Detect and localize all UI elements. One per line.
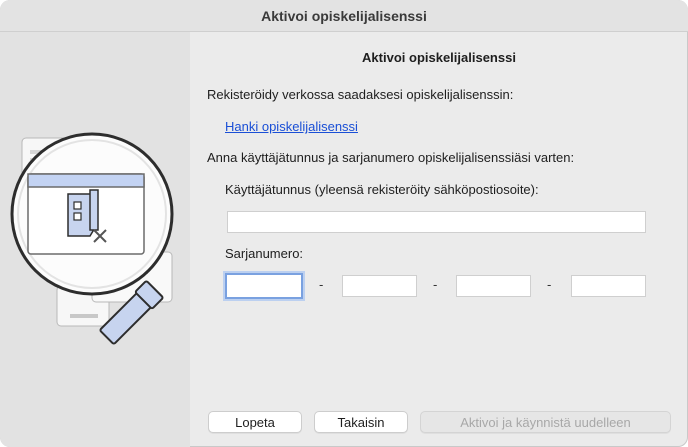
serial-input-3[interactable] — [456, 275, 531, 297]
serial-separator: - — [547, 277, 552, 292]
license-dialog-window: Aktivoi opiskelijalisenssi Aktivoi opisk… — [0, 0, 688, 447]
serial-input-1[interactable] — [225, 273, 303, 299]
quit-button[interactable]: Lopeta — [208, 411, 302, 433]
username-label: Käyttäjätunnus (yleensä rekisteröity säh… — [225, 182, 539, 197]
sidebar-illustration-panel — [0, 32, 190, 447]
serial-input-4[interactable] — [571, 275, 646, 297]
serial-separator: - — [319, 277, 324, 292]
serial-label: Sarjanumero: — [225, 246, 304, 261]
back-button[interactable]: Takaisin — [314, 411, 408, 433]
username-input[interactable] — [227, 211, 646, 233]
register-text: Rekisteröidy verkossa saadaksesi opiskel… — [207, 87, 514, 102]
serial-separator: - — [433, 277, 438, 292]
dialog-heading: Aktivoi opiskelijalisenssi — [362, 50, 516, 65]
serial-input-2[interactable] — [342, 275, 417, 297]
get-student-license-link[interactable]: Hanki opiskelijalisenssi — [225, 119, 358, 134]
activate-and-restart-button[interactable]: Aktivoi ja käynnistä uudelleen — [420, 411, 671, 433]
window-title: Aktivoi opiskelijalisenssi — [261, 7, 427, 24]
title-bar: Aktivoi opiskelijalisenssi — [0, 0, 688, 32]
magnifying-glass-document-illustration — [10, 132, 174, 345]
main-content: Aktivoi opiskelijalisenssi Rekisteröidy … — [190, 32, 688, 447]
instructions-text: Anna käyttäjätunnus ja sarjanumero opisk… — [207, 150, 575, 165]
